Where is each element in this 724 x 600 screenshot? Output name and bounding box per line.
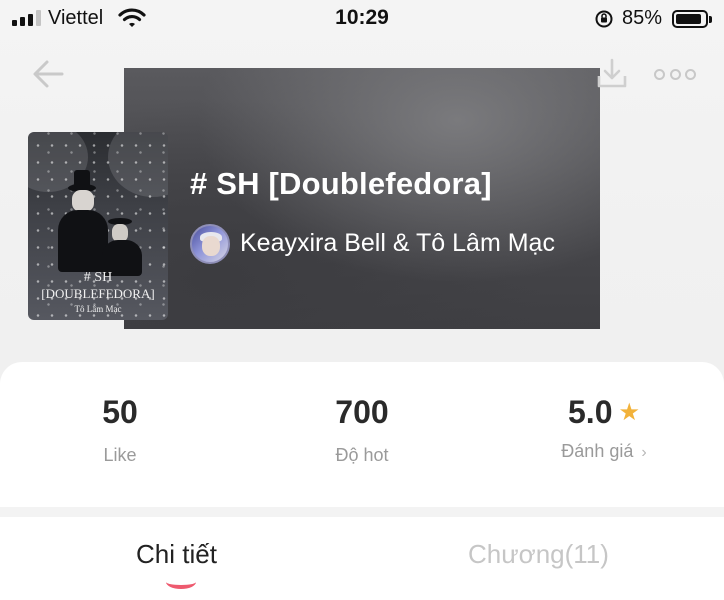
- tab-bar: Chi tiết Chương(11): [0, 517, 724, 600]
- stat-hotness: 700 Độ hot: [262, 394, 462, 466]
- hotness-label: Độ hot: [335, 445, 389, 465]
- author-avatar[interactable]: [190, 224, 230, 264]
- cover-title-line2: [DOUBLEFEDORA]: [41, 286, 155, 301]
- status-bar: Viettel 10:29 85%: [0, 0, 724, 36]
- author-name[interactable]: Keayxira Bell & Tô Lâm Mạc: [240, 229, 555, 258]
- battery-icon: [672, 10, 712, 28]
- stats-card: 50 Like 700 Độ hot 5.0 ★ Đánh giá ›: [0, 362, 724, 507]
- clock: 10:29: [335, 6, 389, 29]
- book-cover[interactable]: # SH [DOUBLEFEDORA] Tô Lâm Mạc: [28, 132, 168, 320]
- cover-title-line1: # SH: [83, 270, 113, 285]
- tab-details[interactable]: Chi tiết: [136, 539, 217, 570]
- download-icon: [597, 58, 627, 88]
- stat-rating[interactable]: 5.0 ★ Đánh giá ›: [504, 394, 704, 462]
- rating-label: Đánh giá: [561, 441, 634, 461]
- rating-value: 5.0: [568, 394, 613, 430]
- rotation-lock-icon: [594, 9, 614, 35]
- chevron-right-icon: ›: [641, 444, 647, 461]
- active-tab-indicator: [166, 575, 196, 589]
- battery-percent: 85%: [622, 7, 663, 29]
- likes-label: Like: [103, 445, 137, 465]
- more-dots-icon: [654, 68, 665, 80]
- tab-chapters[interactable]: Chương(11): [468, 539, 609, 570]
- stat-likes: 50 Like: [20, 394, 220, 466]
- likes-count: 50: [102, 394, 138, 430]
- back-button[interactable]: [30, 55, 68, 93]
- more-options-button[interactable]: [654, 66, 696, 82]
- cover-author: Tô Lâm Mạc: [74, 304, 122, 314]
- download-button[interactable]: [594, 56, 630, 92]
- hotness-count: 700: [335, 394, 389, 430]
- book-title: # SH [Doublefedora]: [190, 166, 492, 201]
- star-icon: ★: [618, 398, 640, 426]
- back-arrow-icon: [33, 60, 64, 88]
